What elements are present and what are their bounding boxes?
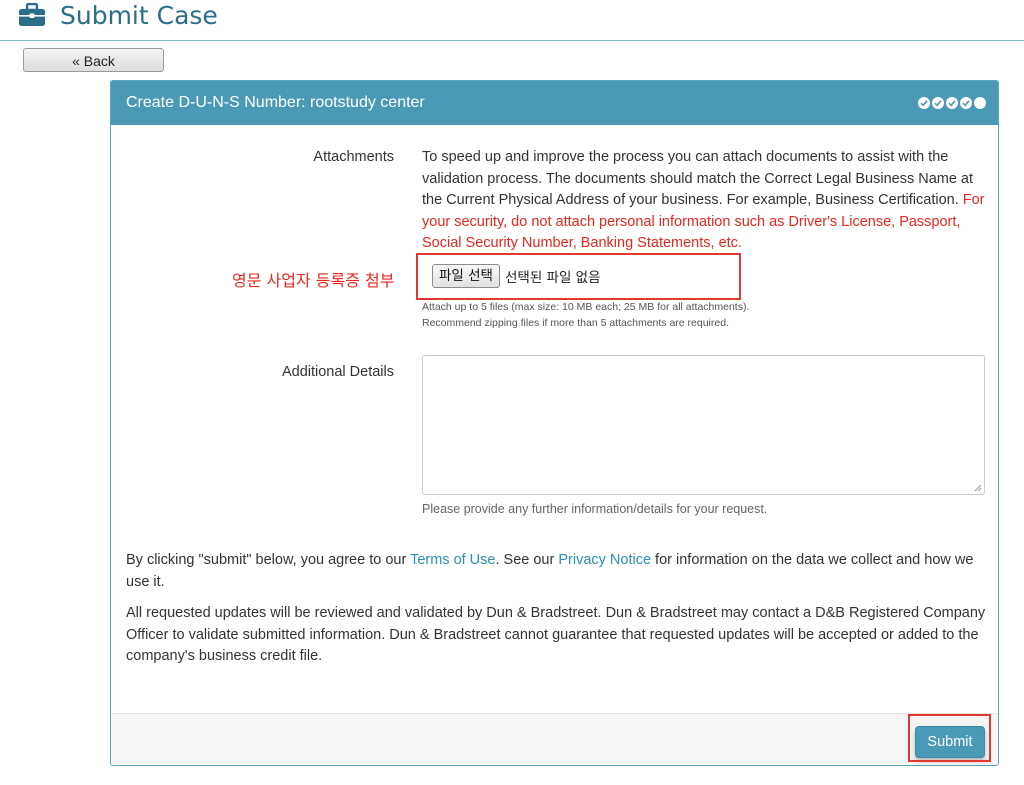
panel-header: Create D-U-N-S Number: rootstudy center bbox=[111, 81, 998, 125]
details-help-text: Please provide any further information/d… bbox=[422, 502, 768, 516]
attachments-info-text: To speed up and improve the process you … bbox=[422, 149, 974, 208]
panel-title: Create D-U-N-S Number: rootstudy center bbox=[126, 94, 425, 111]
file-status: 선택된 파일 없음 bbox=[504, 270, 601, 286]
review-paragraph: All requested updates will be reviewed a… bbox=[126, 605, 986, 664]
step-complete-icon bbox=[960, 97, 972, 109]
submit-highlight-box bbox=[908, 714, 991, 762]
attachments-description: To speed up and improve the process you … bbox=[422, 147, 987, 255]
resize-grip-icon[interactable] bbox=[974, 484, 982, 492]
back-button[interactable]: « Back bbox=[23, 48, 164, 72]
page-header: Submit Case bbox=[0, 0, 1024, 41]
step-complete-icon bbox=[946, 97, 958, 109]
zip-note: Recommend zipping files if more than 5 a… bbox=[422, 317, 729, 329]
terms-text-before: By clicking "submit" below, you agree to… bbox=[126, 552, 411, 568]
terms-of-use-link[interactable]: Terms of Use bbox=[410, 552, 495, 568]
terms-text-middle: . See our bbox=[495, 552, 559, 568]
additional-details-textarea[interactable] bbox=[422, 355, 985, 495]
file-input[interactable]: 파일 선택 선택된 파일 없음 bbox=[432, 263, 601, 289]
progress-steps bbox=[918, 97, 986, 109]
privacy-notice-link[interactable]: Privacy Notice bbox=[558, 552, 651, 568]
annotation-label: 영문 사업자 등록증 첨부 bbox=[232, 271, 395, 290]
page-title: Submit Case bbox=[60, 1, 218, 30]
step-complete-icon bbox=[918, 97, 930, 109]
file-limit-note: Attach up to 5 files (max size: 10 MB ea… bbox=[422, 301, 750, 313]
step-complete-icon bbox=[932, 97, 944, 109]
attachments-label: Attachments bbox=[313, 149, 394, 165]
choose-file-button[interactable]: 파일 선택 bbox=[432, 264, 500, 288]
panel-footer: Submit bbox=[111, 713, 998, 765]
briefcase-icon bbox=[19, 3, 45, 26]
terms-paragraph: By clicking "submit" below, you agree to… bbox=[126, 550, 986, 593]
step-current-icon bbox=[974, 97, 986, 109]
additional-details-label: Additional Details bbox=[281, 364, 394, 380]
